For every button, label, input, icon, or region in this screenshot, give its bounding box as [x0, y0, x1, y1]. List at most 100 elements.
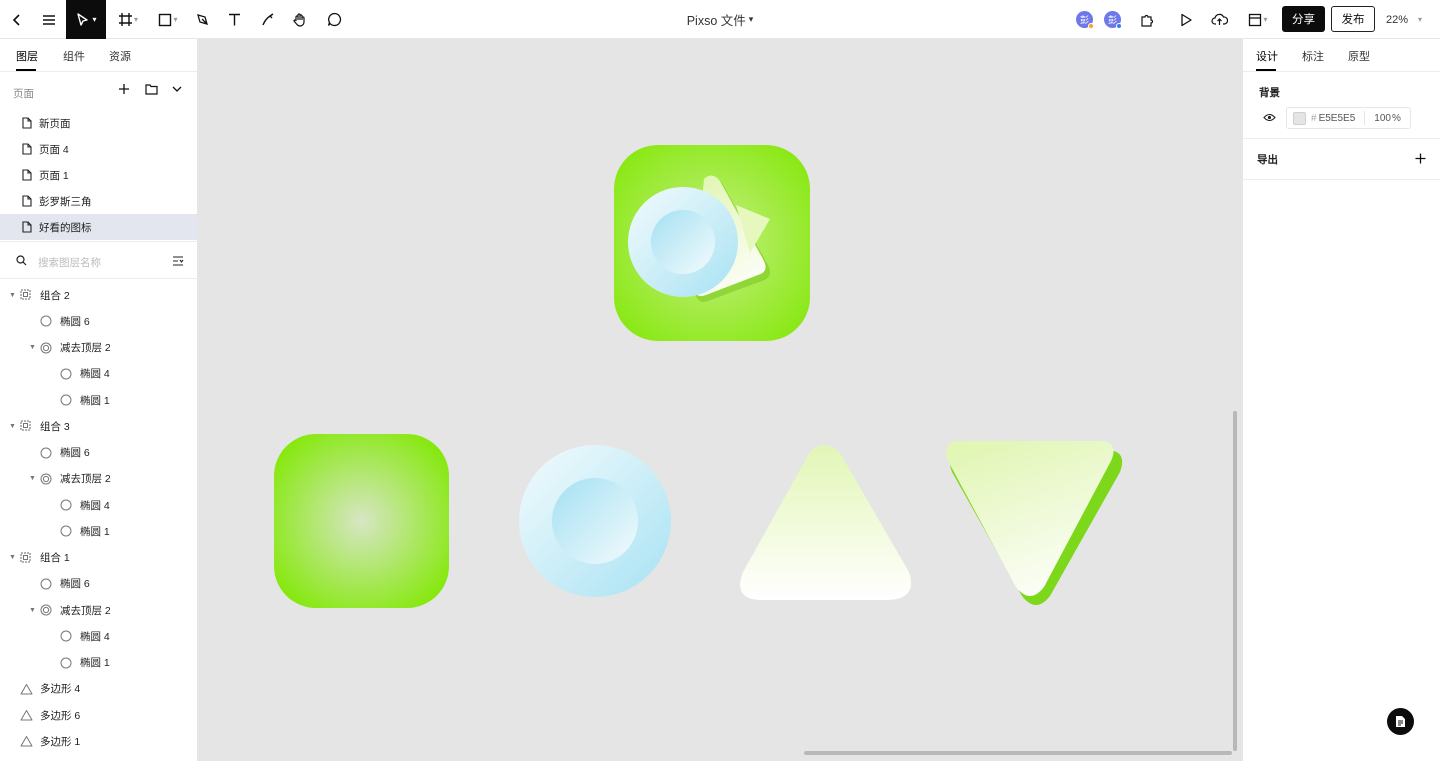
main-menu-button[interactable]	[36, 0, 62, 39]
layer-row[interactable]: 椭圆 1	[0, 650, 197, 676]
layer-row[interactable]: 椭圆 4	[0, 492, 197, 518]
active-tab-indicator	[1256, 69, 1276, 71]
layer-row[interactable]: ▼ 组合 3	[0, 413, 197, 439]
search-input[interactable]: 搜索图层名称	[38, 255, 101, 270]
page-item[interactable]: 彭罗斯三角	[0, 188, 197, 214]
subtract-icon	[40, 604, 52, 619]
layer-row[interactable]: 多边形 6	[0, 702, 197, 728]
background-hex-input[interactable]: E5E5E5	[1319, 113, 1356, 124]
layer-row[interactable]: 椭圆 6	[0, 440, 197, 466]
layer-row[interactable]: 椭圆 6	[0, 308, 197, 334]
present-button[interactable]	[1176, 0, 1196, 39]
layer-label: 椭圆 4	[80, 499, 110, 512]
tab-components[interactable]: 组件	[63, 48, 85, 64]
share-button[interactable]: 分享	[1282, 6, 1325, 32]
tab-assets[interactable]: 资源	[109, 48, 131, 64]
layer-row[interactable]: ▼ 减去顶层 2	[0, 466, 197, 492]
layer-row[interactable]: ▼ 减去顶层 2	[0, 597, 197, 623]
active-tab-indicator	[16, 69, 36, 71]
expand-toggle-icon[interactable]: ▼	[9, 292, 16, 299]
publish-button[interactable]: 发布	[1331, 6, 1375, 32]
tab-layers[interactable]: 图层	[16, 48, 38, 64]
triangle-icon	[20, 709, 33, 724]
expand-toggle-icon[interactable]: ▼	[29, 607, 36, 614]
frame-tool-button[interactable]: ▾	[114, 0, 142, 39]
layer-row[interactable]: 椭圆 4	[0, 623, 197, 649]
expand-toggle-icon[interactable]: ▼	[9, 423, 16, 430]
layer-label: 椭圆 6	[60, 578, 90, 591]
background-opacity-input[interactable]: 100	[1374, 113, 1391, 124]
layer-label: 椭圆 4	[80, 630, 110, 643]
page-label: 页面 4	[39, 143, 69, 156]
page-item[interactable]: 页面 1	[0, 162, 197, 188]
chevron-left-icon	[12, 13, 20, 26]
zoom-control[interactable]: 22% ▾	[1386, 0, 1422, 39]
comment-tool-button[interactable]	[322, 0, 346, 39]
layer-row[interactable]: 多边形 4	[0, 676, 197, 702]
hand-tool-button[interactable]	[288, 0, 312, 39]
page-item-selected[interactable]: 好看的图标	[0, 214, 197, 240]
add-export-icon[interactable]	[1415, 153, 1426, 164]
horizontal-scrollbar[interactable]	[804, 751, 1232, 755]
page-icon	[22, 169, 32, 181]
background-fill-field[interactable]: # E5E5E5 100 %	[1286, 107, 1411, 129]
page-label: 彭罗斯三角	[39, 195, 92, 208]
ellipse-icon	[40, 447, 52, 462]
layer-row[interactable]: 多边形 1	[0, 728, 197, 754]
chevron-down-icon[interactable]	[171, 83, 183, 95]
layer-search[interactable]: 搜索图层名称	[0, 241, 197, 279]
upward-triangle[interactable]	[740, 445, 912, 600]
tab-prototype[interactable]: 原型	[1348, 48, 1370, 64]
back-button[interactable]	[4, 0, 30, 39]
layer-row[interactable]: 椭圆 1	[0, 387, 197, 413]
ellipse-icon	[60, 368, 72, 383]
layout-button[interactable]: ▾	[1244, 0, 1272, 39]
ellipse-icon	[40, 315, 52, 330]
vertical-scrollbar[interactable]	[1233, 411, 1237, 751]
top-toolbar: ▾ ▾ ▾ Pixso 文件 ▾ 彭 彭 ▾ 分享 发布 22% ▾	[0, 0, 1440, 39]
design-canvas[interactable]	[198, 39, 1242, 761]
layer-row[interactable]: 椭圆 4	[0, 361, 197, 387]
status-dot	[1088, 23, 1094, 29]
expand-toggle-icon[interactable]: ▼	[29, 344, 36, 351]
layer-row[interactable]: ▼ 减去顶层 2	[0, 335, 197, 361]
text-tool-button[interactable]	[222, 0, 246, 39]
folder-icon[interactable]	[145, 83, 158, 95]
filter-icon[interactable]	[172, 255, 184, 267]
notes-button[interactable]	[1387, 708, 1414, 735]
layer-row[interactable]: 椭圆 6	[0, 571, 197, 597]
color-swatch[interactable]	[1293, 111, 1306, 125]
expand-toggle-icon[interactable]: ▼	[9, 554, 16, 561]
layer-row[interactable]: ▼ 组合 1	[0, 545, 197, 571]
rectangle-icon	[159, 13, 172, 26]
layer-label: 椭圆 4	[80, 368, 110, 381]
plugins-button[interactable]	[1136, 0, 1158, 39]
shape-tool-button[interactable]: ▾	[154, 0, 182, 39]
page-label: 页面 1	[39, 169, 69, 182]
file-title[interactable]: Pixso 文件	[687, 10, 746, 29]
avatar[interactable]: 彭	[1104, 11, 1122, 29]
layer-row[interactable]: 椭圆 1	[0, 518, 197, 544]
chevron-down-icon: ▾	[173, 15, 178, 24]
layer-row[interactable]: ▼ 组合 2	[0, 282, 197, 308]
pen-tool-button[interactable]	[190, 0, 214, 39]
tab-design[interactable]: 设计	[1256, 48, 1278, 64]
add-page-icon[interactable]	[118, 83, 130, 95]
tab-inspect[interactable]: 标注	[1302, 48, 1324, 64]
eye-icon[interactable]	[1263, 113, 1276, 122]
subtract-icon	[40, 473, 52, 488]
gradient-square[interactable]	[274, 434, 449, 608]
ring-shape[interactable]	[519, 445, 671, 597]
page-item[interactable]: 页面 4	[0, 136, 197, 162]
downward-triangle[interactable]	[945, 441, 1123, 605]
chevron-down-icon[interactable]: ▾	[749, 14, 754, 25]
pencil-tool-button[interactable]	[256, 0, 280, 39]
upload-button[interactable]	[1208, 0, 1230, 39]
move-tool-button[interactable]: ▾	[66, 0, 106, 39]
page-item[interactable]: 新页面	[0, 110, 197, 136]
expand-toggle-icon[interactable]: ▼	[29, 475, 36, 482]
text-icon	[228, 13, 240, 26]
export-section: 导出	[1243, 139, 1440, 180]
composite-icon[interactable]	[614, 145, 810, 341]
avatar[interactable]: 彭	[1076, 11, 1094, 29]
